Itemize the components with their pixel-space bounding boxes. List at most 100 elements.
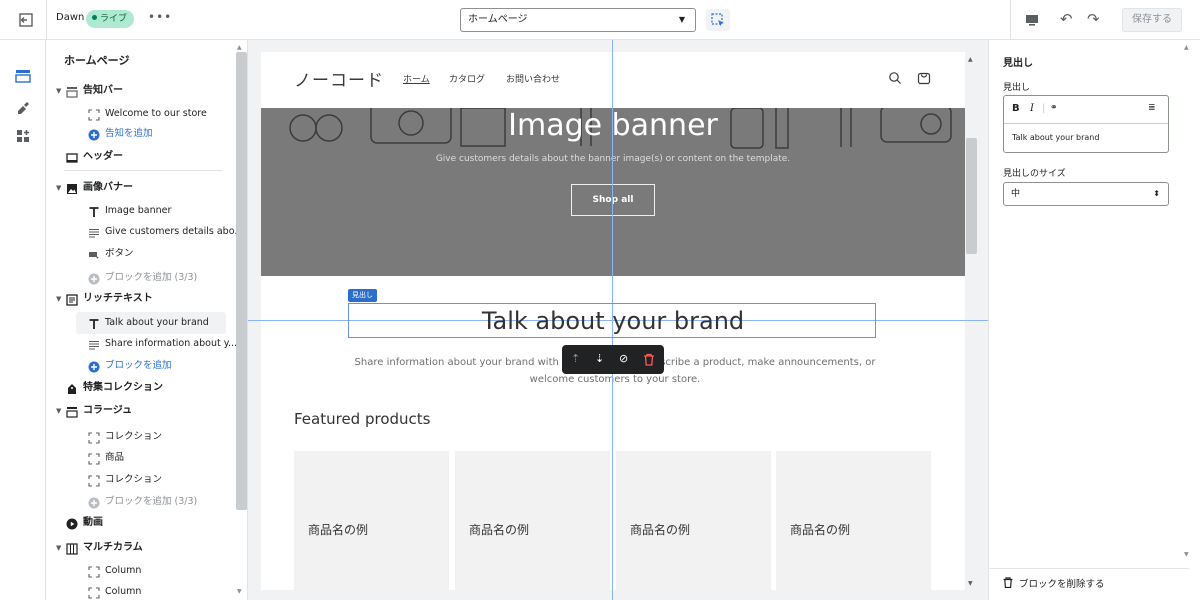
scroll-up-icon[interactable]: ▲	[237, 44, 242, 51]
divider: |	[1042, 103, 1046, 114]
chevron-down-icon[interactable]: ▼	[56, 400, 61, 422]
richtext-icon	[66, 293, 78, 306]
scroll-down-icon[interactable]: ▼	[968, 580, 973, 587]
section-item[interactable]: ▼ コラージュ	[46, 400, 236, 422]
button-icon	[88, 248, 100, 260]
banner-subtitle[interactable]: Give customers details about the banner …	[261, 154, 965, 164]
tree-item-label: Column	[105, 586, 142, 597]
block-item[interactable]: Column	[46, 581, 236, 600]
divider	[46, 0, 47, 40]
link-icon[interactable]: ⚭	[1050, 103, 1058, 113]
block-item[interactable]: Talk about your brand	[76, 312, 226, 334]
tree-item-label: 動画	[83, 517, 103, 528]
selected-block-tag: 見出し	[348, 289, 377, 302]
preview-scrollbar[interactable]	[966, 138, 977, 254]
paragraph-icon	[88, 338, 100, 350]
product-card[interactable]: 商品名の例	[776, 451, 931, 590]
apps-icon[interactable]	[15, 128, 31, 144]
tree-item-label: Share information about y...	[105, 338, 236, 349]
page-select[interactable]: ホームページ ▼	[460, 8, 696, 32]
delete-icon[interactable]	[643, 353, 655, 366]
sections-icon[interactable]	[15, 68, 31, 84]
more-actions-button[interactable]: •••	[148, 10, 172, 24]
tree-item-label: ボタン	[105, 248, 134, 259]
featured-products-title[interactable]: Featured products	[294, 410, 430, 428]
block-item[interactable]: コレクション	[46, 426, 236, 448]
tree-item-label: Give customers details abo...	[105, 226, 236, 237]
save-button[interactable]: 保存する	[1122, 8, 1182, 32]
add-block-button[interactable]: 告知を追加	[46, 123, 236, 145]
scroll-up-icon[interactable]: ▲	[968, 56, 973, 63]
cart-icon[interactable]	[917, 70, 931, 85]
section-item[interactable]: ▼ 画像バナー	[46, 177, 236, 199]
nav-catalog[interactable]: カタログ	[449, 72, 485, 85]
move-up-icon[interactable]: ⇡	[571, 352, 580, 365]
header-icon	[66, 151, 78, 163]
section-item[interactable]: ▼ リッチテキスト	[46, 288, 236, 310]
scroll-up-icon[interactable]: ▲	[1184, 44, 1189, 51]
chevron-down-icon[interactable]: ▼	[56, 80, 61, 102]
undo-button[interactable]: ↶	[1060, 10, 1073, 28]
italic-icon[interactable]: I	[1030, 103, 1034, 114]
product-card[interactable]: 商品名の例	[455, 451, 610, 590]
selected-heading-block[interactable]: Talk about your brand	[348, 303, 876, 338]
chevron-down-icon: ▼	[678, 15, 685, 24]
block-item[interactable]: ボタン	[46, 243, 236, 265]
product-card[interactable]: 商品名の例	[294, 451, 449, 590]
image-icon	[66, 182, 78, 194]
redo-button[interactable]: ↷	[1087, 10, 1100, 28]
block-item[interactable]: Share information about y...	[46, 333, 236, 355]
hide-icon[interactable]: ⊘	[619, 352, 628, 365]
bold-icon[interactable]: B	[1012, 103, 1020, 114]
page-select-value: ホームページ	[468, 14, 528, 25]
section-item[interactable]: ヘッダー	[46, 146, 236, 168]
remove-block-button[interactable]: ブロックを削除する	[1003, 576, 1105, 590]
block-item[interactable]: Column	[46, 560, 236, 582]
chevron-down-icon[interactable]: ▼	[56, 177, 61, 199]
dynamic-source-icon[interactable]: ≣	[1148, 103, 1156, 113]
move-down-icon[interactable]: ⇣	[595, 352, 604, 365]
tree-item-label: 告知バー	[83, 85, 123, 96]
product-card[interactable]: 商品名の例	[616, 451, 771, 590]
nav-contact[interactable]: お問い合わせ	[506, 72, 560, 85]
theme-settings-icon[interactable]	[15, 98, 31, 114]
section-item[interactable]: ▼ 告知バー	[46, 80, 236, 102]
scroll-down-icon[interactable]: ▼	[237, 588, 242, 595]
section-item[interactable]: ▼ マルチカラム	[46, 537, 236, 559]
scroll-down-icon[interactable]: ▼	[1184, 551, 1189, 558]
block-item[interactable]: Give customers details abo...	[46, 221, 236, 243]
block-item[interactable]: コレクション	[46, 469, 236, 491]
theme-name: Dawn	[56, 12, 85, 23]
block-toolbar: ⇡ ⇣ ⊘	[562, 345, 664, 374]
tree-item-label: ヘッダー	[83, 151, 123, 162]
section-item[interactable]: 動画	[46, 512, 236, 534]
add-block-button[interactable]: ブロックを追加 (3/3)	[46, 267, 236, 289]
shop-all-button[interactable]: Shop all	[571, 184, 655, 216]
section-item[interactable]: 特集コレクション	[46, 377, 236, 399]
search-icon[interactable]	[888, 71, 902, 85]
size-field-label: 見出しのサイズ	[1003, 169, 1066, 179]
inspector-toggle-button[interactable]	[706, 9, 730, 31]
tree-item-label: ブロックを追加 (3/3)	[105, 496, 198, 507]
heading-value[interactable]: Talk about your brand	[1012, 133, 1099, 142]
block-item[interactable]: Welcome to our store	[46, 103, 236, 125]
banner-title[interactable]: Image banner	[261, 108, 965, 143]
chevron-down-icon[interactable]: ▼	[56, 288, 61, 310]
add-block-button[interactable]: ブロックを追加 (3/3)	[46, 491, 236, 513]
heading-size-select[interactable]: 中 ⬍	[1003, 182, 1169, 206]
heading-rich-text-editor[interactable]: B I | ⚭ ≣ Talk about your brand	[1003, 95, 1169, 153]
store-logo[interactable]: ノーコード	[294, 66, 384, 91]
add-block-button[interactable]: ブロックを追加	[46, 355, 236, 377]
nav-home[interactable]: ホーム	[403, 72, 430, 85]
sidebar-scrollbar[interactable]	[236, 52, 247, 510]
block-icon	[88, 431, 100, 444]
image-banner[interactable]: Image banner Give customers details abou…	[261, 108, 965, 276]
exit-icon[interactable]	[18, 12, 34, 28]
collage-icon	[66, 405, 78, 418]
desktop-preview-icon[interactable]	[1023, 11, 1041, 29]
block-icon	[88, 452, 100, 465]
chevron-down-icon[interactable]: ▼	[56, 537, 61, 559]
text-icon	[88, 205, 100, 217]
block-item[interactable]: 商品	[46, 447, 236, 469]
block-item[interactable]: Image banner	[46, 200, 236, 222]
